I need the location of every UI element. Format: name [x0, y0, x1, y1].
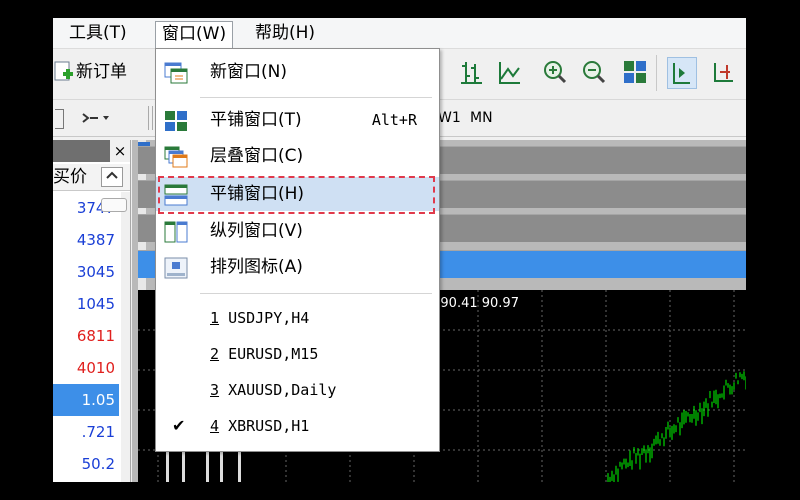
menu-window[interactable]: 窗口(W): [155, 21, 234, 48]
market-watch-row[interactable]: 3045: [53, 256, 119, 288]
menu-item-label: 平铺窗口(T): [210, 110, 302, 130]
window-menu-dropdown: 新窗口(N) 平铺窗口(T) Alt+R 层叠窗口(C) 平铺窗口(H) 纵列窗…: [155, 48, 440, 452]
menu-item-window-2[interactable]: 2 EURUSD,M15: [156, 337, 439, 371]
menu-item-tile-vertical[interactable]: 纵列窗口(V): [156, 214, 439, 248]
tile-horizontal-icon: [164, 184, 188, 206]
chart-mark: [220, 450, 223, 482]
menu-separator: [200, 293, 432, 294]
close-icon[interactable]: ×: [110, 140, 130, 162]
menu-item-label: 3 XAUUSD,Daily: [210, 381, 337, 399]
menu-item-label: 排列图标(A): [210, 257, 303, 277]
cascade-windows-icon: [164, 146, 188, 168]
zoom-in-icon[interactable]: [542, 59, 568, 85]
market-watch-row[interactable]: 4387: [53, 224, 119, 256]
toolbar-grip: [148, 106, 153, 130]
menu-item-arrange-icons[interactable]: 排列图标(A): [156, 250, 439, 284]
new-window-icon: [164, 62, 188, 84]
menu-item-window-3[interactable]: 3 XAUUSD,Daily: [156, 373, 439, 407]
menu-item-label: 纵列窗口(V): [210, 221, 303, 241]
menu-bar: 工具(T) 窗口(W) 帮助(H): [53, 18, 746, 49]
menu-help[interactable]: 帮助(H): [249, 21, 321, 45]
tile-windows-toolbar-icon[interactable]: [622, 59, 648, 85]
menu-item-cascade-windows[interactable]: 层叠窗口(C): [156, 139, 439, 173]
market-watch-row[interactable]: .721: [53, 416, 119, 448]
menu-item-tile-horizontal[interactable]: 平铺窗口(H): [156, 177, 439, 211]
period-mn[interactable]: MN: [470, 100, 493, 136]
menu-item-label: 4 XBRUSD,H1: [210, 417, 310, 435]
auto-scroll-icon[interactable]: [667, 57, 697, 89]
toolbar-separator: [656, 55, 657, 91]
menu-tools[interactable]: 工具(T): [63, 21, 133, 45]
column-ask[interactable]: 买价: [53, 164, 87, 190]
check-icon: ✔: [172, 416, 186, 435]
arrange-icons-icon: [164, 257, 188, 279]
menu-separator: [200, 97, 432, 98]
menu-item-tile-windows[interactable]: 平铺窗口(T) Alt+R: [156, 103, 439, 137]
market-watch-scrollbar[interactable]: [101, 192, 130, 482]
market-watch-row[interactable]: 6811: [53, 320, 119, 352]
chart-mark: [182, 450, 185, 482]
chart-mark: [166, 450, 169, 482]
menu-item-new-window[interactable]: 新窗口(N): [156, 55, 439, 89]
line-chart-icon[interactable]: [496, 59, 522, 85]
menu-item-shortcut: Alt+R: [371, 111, 417, 129]
new-order-button[interactable]: 新订单: [76, 59, 127, 85]
menu-item-label: 1 USDJPY,H4: [210, 309, 310, 327]
menu-item-label: 2 EURUSD,M15: [210, 345, 319, 363]
mt4-window: 工具(T) 窗口(W) 帮助(H) 新订单 W1 MN × 买价 3747 43…: [53, 18, 746, 482]
market-watch-header: ×: [53, 140, 130, 162]
menu-item-label: 平铺窗口(H): [210, 184, 305, 204]
market-watch-row[interactable]: 1.05: [53, 384, 119, 416]
menu-item-label: 层叠窗口(C): [210, 146, 304, 166]
market-watch-row[interactable]: 4010: [53, 352, 119, 384]
bar-chart-icon[interactable]: [458, 59, 484, 85]
crosshair-icon[interactable]: [55, 109, 64, 129]
menu-item-label: 新窗口(N): [210, 62, 287, 82]
market-watch-row[interactable]: 1045: [53, 288, 119, 320]
market-watch-columns: 买价: [53, 164, 130, 191]
market-watch-panel: × 买价 3747 4387 3045 1045 6811 4010 1.05.721 50.…: [53, 140, 131, 482]
chart-mark: [238, 450, 241, 482]
chart-mark: [206, 450, 209, 482]
menu-item-window-1[interactable]: 1 USDJPY,H4: [156, 301, 439, 335]
market-watch-row[interactable]: 50.2: [53, 448, 119, 480]
new-order-icon[interactable]: [53, 59, 75, 85]
scroll-thumb[interactable]: [101, 198, 127, 212]
menu-item-window-4[interactable]: ✔ 4 XBRUSD,H1: [156, 409, 439, 443]
zoom-out-icon[interactable]: [581, 59, 607, 85]
period-w1[interactable]: W1: [438, 100, 461, 136]
draw-tools-icon[interactable]: [81, 108, 111, 132]
tile-windows-icon: [164, 110, 188, 132]
scroll-up-icon[interactable]: [101, 167, 123, 187]
chart-shift-icon[interactable]: [711, 59, 737, 85]
tile-vertical-icon: [164, 221, 188, 243]
